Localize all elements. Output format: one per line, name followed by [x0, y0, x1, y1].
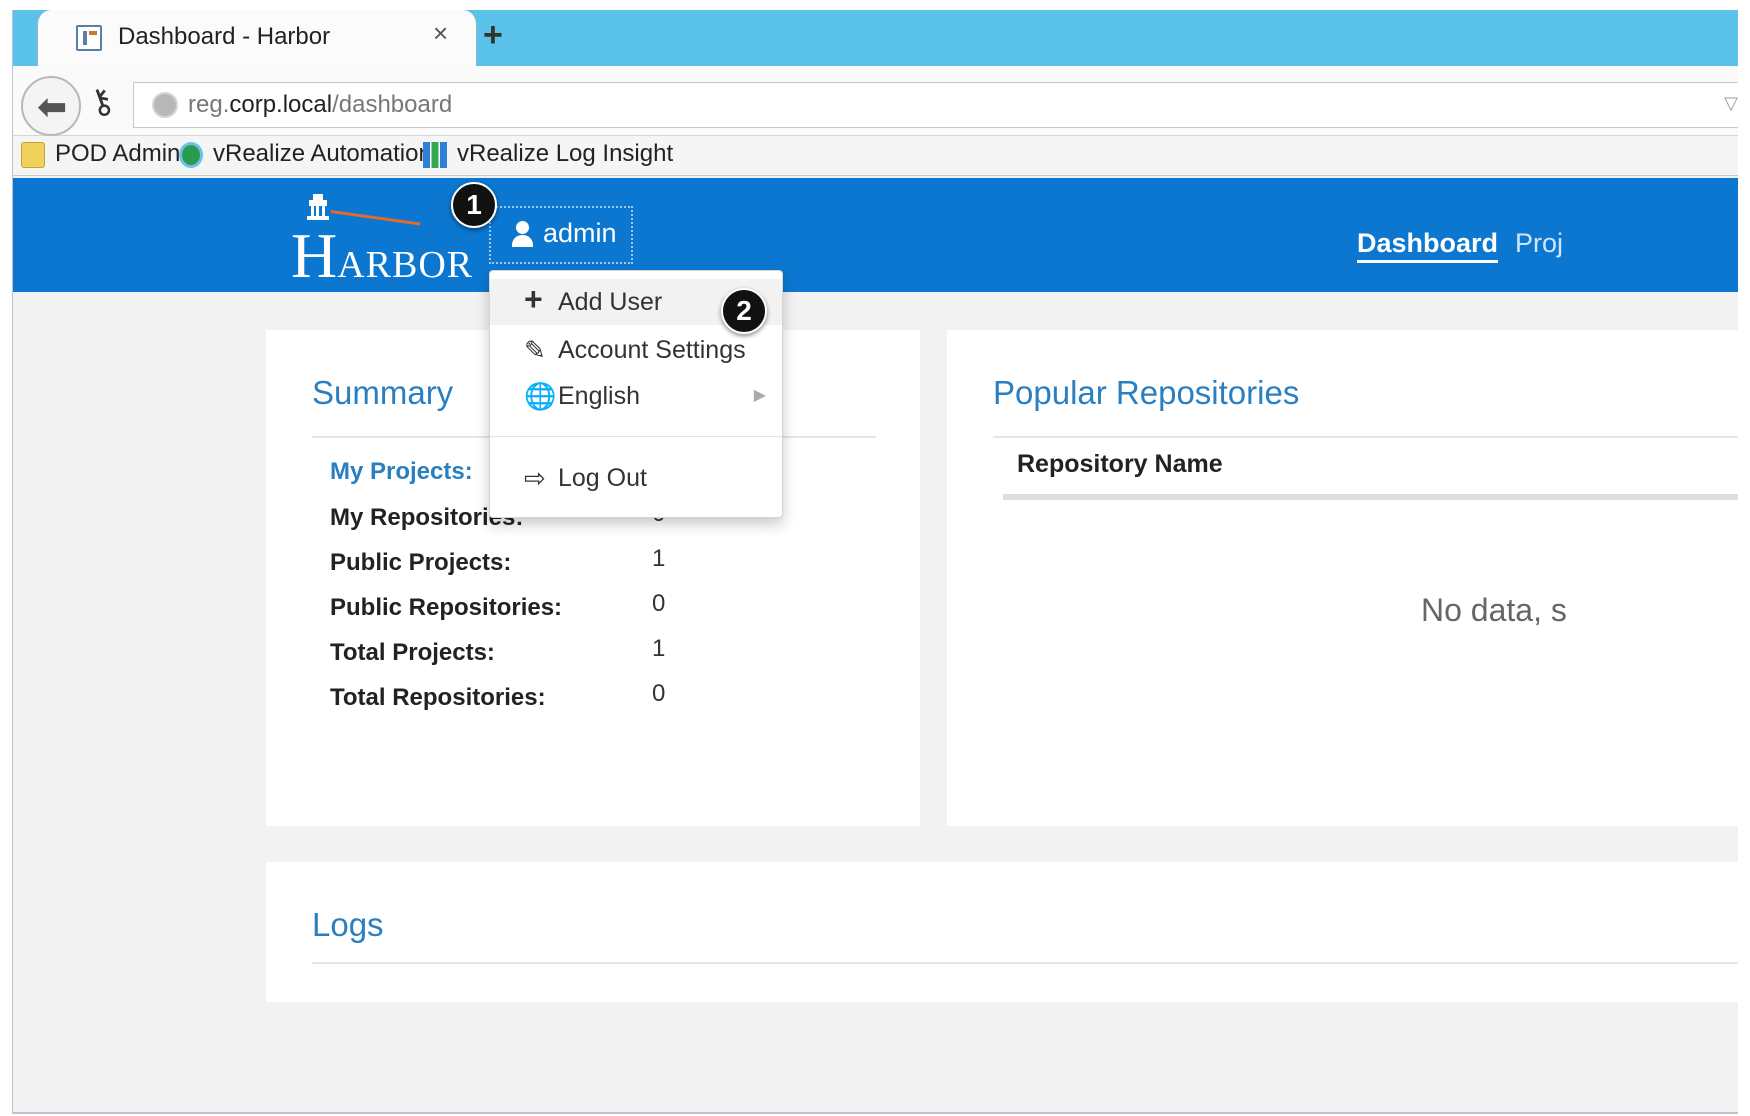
vrealize-automation-icon — [179, 141, 203, 168]
logs-panel: Logs — [266, 862, 1738, 1002]
bookmark-label: vRealize Log Insight — [457, 140, 674, 167]
user-icon — [511, 221, 533, 247]
popular-repositories-title: Popular Repositories — [993, 374, 1300, 411]
back-arrow-icon: ⬅ — [37, 86, 68, 127]
summary-label-total-repositories: Total Repositories: — [330, 684, 546, 711]
tab-title: Dashboard - Harbor — [118, 23, 331, 50]
menu-item-language[interactable]: 🌐 English ▶ — [490, 373, 782, 419]
logo-first-letter: H — [291, 220, 338, 291]
submenu-arrow-icon: ▶ — [753, 387, 766, 404]
summary-value-total-projects: 1 — [652, 635, 666, 662]
pencil-icon: ✎ — [524, 335, 546, 365]
globe-icon — [152, 92, 178, 118]
menu-item-label: Add User — [558, 288, 663, 316]
menu-item-log-out[interactable]: ⇨ Log Out — [490, 455, 782, 501]
browser-window: Dashboard - Harbor × + ⬅ ⚷ reg.corp.loca… — [12, 10, 1738, 1114]
summary-title: Summary — [312, 374, 454, 411]
url-dropdown-icon[interactable]: ▽ — [1724, 93, 1738, 114]
bookmark-pod-admin[interactable]: POD Admin — [21, 140, 180, 168]
url-subdomain: reg. — [188, 91, 230, 118]
key-icon[interactable]: ⚷ — [83, 79, 120, 125]
globe-icon: 🌐 — [524, 381, 557, 411]
menu-item-label: Log Out — [558, 464, 647, 492]
plus-icon: + — [524, 281, 543, 317]
menu-divider — [490, 436, 782, 437]
table-header-rule — [1003, 494, 1738, 500]
bookmarks-bar: POD Admin vRealize Automation vRealize L… — [13, 136, 1738, 176]
step-callout-2: 2 — [721, 288, 767, 334]
folder-icon — [21, 141, 45, 168]
summary-value-total-repositories: 0 — [652, 680, 666, 707]
new-tab-button[interactable]: + — [483, 16, 503, 55]
summary-label-total-projects: Total Projects: — [330, 639, 495, 666]
navigation-bar: ⬅ ⚷ reg.corp.local/dashboard ▽ — [13, 66, 1738, 136]
popular-repositories-panel: Popular Repositories Repository Name No … — [947, 330, 1738, 826]
column-header-repository-name[interactable]: Repository Name — [1017, 450, 1223, 479]
user-name: admin — [543, 218, 617, 248]
harbor-logo[interactable]: HARBOR — [291, 194, 472, 288]
summary-value-public-projects: 1 — [652, 545, 666, 572]
bookmark-vrealize-log-insight[interactable]: vRealize Log Insight — [423, 140, 673, 168]
bookmark-label: vRealize Automation — [213, 140, 432, 167]
summary-label-public-projects: Public Projects: — [330, 549, 512, 576]
empty-state-text: No data, s — [1421, 592, 1567, 628]
harbor-header: HARBOR admin Dashboard Proj — [13, 178, 1738, 292]
harbor-logo-text: HARBOR — [291, 224, 473, 288]
bar-chart-icon — [423, 141, 447, 168]
logo-rest: ARBOR — [337, 244, 474, 286]
divider — [993, 436, 1738, 438]
bookmark-label: POD Admin — [55, 140, 181, 167]
menu-item-label: Account Settings — [558, 336, 746, 364]
summary-label-public-repositories: Public Repositories: — [330, 594, 563, 621]
bookmark-vrealize-automation[interactable]: vRealize Automation — [179, 140, 432, 168]
menu-item-account-settings[interactable]: ✎ Account Settings — [490, 327, 782, 373]
nav-projects[interactable]: Proj — [1515, 228, 1563, 259]
tab-dashboard[interactable]: Dashboard - Harbor × — [37, 10, 477, 66]
back-button[interactable]: ⬅ — [21, 76, 81, 136]
nav-dashboard[interactable]: Dashboard — [1357, 228, 1499, 263]
url-text: reg.corp.local/dashboard — [188, 91, 452, 119]
step-callout-1: 1 — [451, 182, 497, 228]
summary-value-public-repositories: 0 — [652, 590, 666, 617]
log-out-icon: ⇨ — [524, 463, 546, 493]
summary-label-my-projects[interactable]: My Projects: — [330, 458, 473, 486]
url-domain: corp.local — [229, 91, 333, 118]
menu-item-label: English — [558, 382, 640, 410]
tab-bar: Dashboard - Harbor × + — [13, 10, 1738, 66]
logs-title: Logs — [312, 906, 384, 943]
divider — [312, 962, 1738, 964]
user-menu-toggle[interactable]: admin — [489, 206, 633, 264]
address-bar[interactable]: reg.corp.local/dashboard ▽ — [133, 82, 1738, 128]
close-tab-icon[interactable]: × — [433, 18, 448, 49]
harbor-favicon-icon — [76, 25, 102, 51]
url-path: /dashboard — [332, 91, 453, 118]
